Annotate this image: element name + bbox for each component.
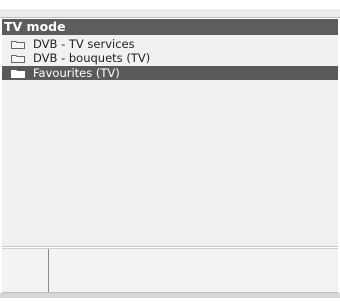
status-right-cell — [49, 249, 338, 292]
list-item-dvb-tv-services[interactable]: DVB - TV services — [2, 37, 338, 51]
list-item-label: DVB - TV services — [33, 37, 135, 51]
list-item-label: Favourites (TV) — [33, 66, 120, 80]
top-frame-strip — [0, 9, 340, 18]
folder-icon — [11, 41, 25, 49]
list-item-label: DVB - bouquets (TV) — [33, 51, 151, 65]
list-item-dvb-bouquets-tv[interactable]: DVB - bouquets (TV) — [2, 51, 338, 65]
service-list: DVB - TV services DVB - bouquets (TV) Fa… — [2, 35, 338, 247]
tv-mode-screen: TV mode DVB - TV services DVB - bouquets… — [0, 0, 340, 301]
bottom-frame-strip — [0, 293, 340, 298]
window-title: TV mode — [2, 19, 338, 35]
status-left-cell — [2, 249, 49, 292]
folder-icon — [11, 55, 25, 63]
list-item-favourites-tv[interactable]: Favourites (TV) — [2, 66, 338, 80]
folder-icon — [11, 70, 25, 78]
status-bar — [2, 248, 338, 293]
